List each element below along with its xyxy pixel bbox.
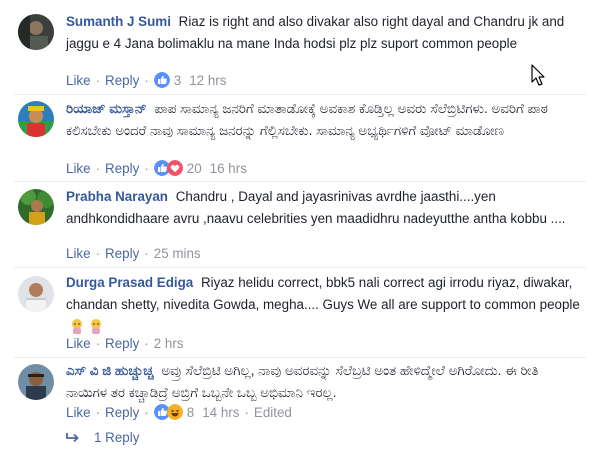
separator: ·: [144, 72, 149, 88]
like-link[interactable]: Like: [66, 336, 91, 351]
reactions[interactable]: [153, 72, 170, 88]
comment-author[interactable]: Sumanth J Sumi: [66, 14, 171, 29]
reply-link[interactable]: Reply: [105, 336, 139, 351]
avatar[interactable]: [18, 189, 54, 225]
reaction-count[interactable]: 8: [187, 405, 194, 420]
reaction-count[interactable]: 3: [174, 73, 181, 88]
separator: ·: [95, 404, 101, 420]
haha-icon: [166, 404, 183, 420]
divider: [14, 181, 586, 182]
heart-icon: [166, 160, 183, 176]
edited-label[interactable]: Edited: [254, 405, 292, 420]
reply-link[interactable]: Reply: [105, 405, 139, 420]
reply-link[interactable]: Reply: [105, 246, 139, 261]
reply-arrow-icon: [66, 432, 79, 442]
divider: [14, 357, 586, 358]
separator: ·: [144, 246, 149, 261]
like-link[interactable]: Like: [66, 405, 91, 420]
separator: ·: [144, 404, 149, 420]
divider: [14, 94, 586, 95]
like-link[interactable]: Like: [66, 73, 91, 88]
reaction-count[interactable]: 20: [187, 161, 202, 176]
comment-author[interactable]: ರಿಯಾಜ್ ಮಸ್ತಾನ್: [66, 101, 147, 116]
comment-panel: Sumanth J Sumi Riaz is right and also di…: [14, 0, 586, 450]
avatar[interactable]: [18, 14, 54, 50]
like-link[interactable]: Like: [66, 246, 91, 261]
separator: ·: [95, 72, 101, 88]
separator: ·: [95, 160, 101, 176]
like-link[interactable]: Like: [66, 161, 91, 176]
timestamp[interactable]: 2 hrs: [154, 336, 184, 351]
separator: ·: [95, 246, 101, 261]
view-replies[interactable]: 1 Reply: [66, 430, 139, 445]
comment-author[interactable]: Durga Prasad Ediga: [66, 275, 193, 290]
separator: ·: [144, 336, 149, 351]
reactions[interactable]: [153, 404, 183, 420]
replies-count-link[interactable]: 1 Reply: [94, 430, 139, 445]
comment-author[interactable]: Prabha Narayan: [66, 189, 168, 204]
reactions[interactable]: [153, 160, 183, 176]
timestamp[interactable]: 25 mins: [154, 246, 201, 261]
timestamp[interactable]: 14 hrs: [202, 405, 239, 420]
divider: [14, 267, 586, 268]
emoji-icon: [91, 319, 101, 334]
reply-link[interactable]: Reply: [105, 161, 139, 176]
separator: ·: [95, 336, 101, 351]
timestamp[interactable]: 16 hrs: [210, 161, 247, 176]
avatar[interactable]: [18, 276, 54, 312]
separator: ·: [144, 160, 149, 176]
thumbs-up-icon: [153, 72, 170, 88]
avatar[interactable]: [18, 364, 54, 400]
mouse-pointer-icon: [531, 64, 545, 86]
avatar[interactable]: [18, 101, 54, 137]
separator: ·: [244, 404, 249, 420]
comment-author[interactable]: ಎಸ್ ವಿ ಜಿ ಹುಚ್ಚುಚ್ಚ: [66, 363, 154, 378]
emoji-icon: [72, 319, 82, 334]
reply-link[interactable]: Reply: [105, 73, 139, 88]
timestamp[interactable]: 12 hrs: [189, 73, 226, 88]
